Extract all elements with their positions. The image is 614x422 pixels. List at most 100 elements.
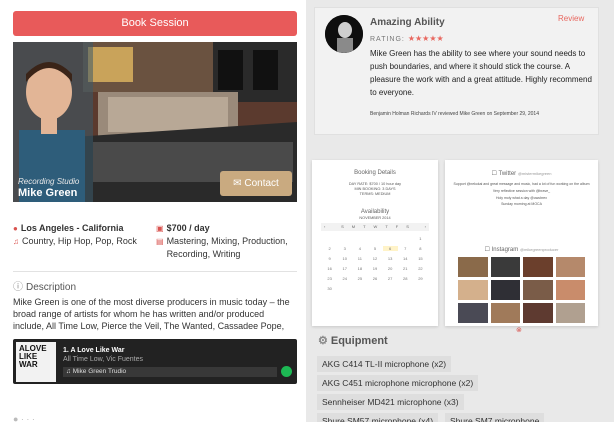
calendar-day[interactable]: 10 [337, 256, 352, 261]
calendar-day[interactable]: 14 [398, 256, 413, 261]
tweet[interactable]: Support @nekokai and great message and m… [445, 182, 598, 187]
calendar-day[interactable]: 5 [367, 246, 382, 251]
price-text: $700 / day [166, 223, 210, 233]
calendar-day[interactable]: 19 [367, 266, 382, 271]
instagram-photo[interactable] [555, 257, 585, 277]
track-artist: All Time Low, Vic Fuentes [63, 356, 144, 363]
calendar-day[interactable]: 3 [337, 246, 352, 251]
calendar-day [413, 286, 428, 291]
review-card: Amazing Ability RATING: ★★★★★ Review Mik… [314, 7, 599, 135]
instagram-photo[interactable] [458, 303, 488, 323]
music-player[interactable]: ALOVE LIKE WAR 1. A Love Like War All Ti… [13, 339, 297, 384]
calendar-day[interactable]: 4 [352, 246, 367, 251]
weekday-label: T [385, 224, 388, 229]
instagram-photo[interactable] [523, 257, 553, 277]
booking-heading: Booking Details [354, 170, 396, 176]
playlist-name: Mike Green Trudio [72, 368, 127, 375]
profile-photo: Recording Studio Mike Green ✉ Contact [13, 42, 297, 202]
tweet[interactable]: Holy moly what a day @uwubrex [445, 196, 598, 201]
instagram-photo[interactable] [458, 257, 488, 277]
calendar-day[interactable]: 16 [322, 266, 337, 271]
gears-icon: ⚙ [318, 335, 328, 347]
instagram-photo[interactable] [555, 280, 585, 300]
calendar-day[interactable]: 22 [413, 266, 428, 271]
instagram-photo[interactable] [490, 257, 520, 277]
calendar-day[interactable]: 24 [337, 276, 352, 281]
book-session-button[interactable]: Book Session [13, 11, 297, 36]
prev-month-icon[interactable]: ‹ [324, 223, 325, 231]
equipment-tag: Shure SM7 microphone [445, 413, 545, 422]
calendar-day[interactable]: 12 [367, 256, 382, 261]
instagram-photo[interactable] [458, 280, 488, 300]
twitter-handle[interactable]: @mistermikegreen [518, 171, 552, 176]
genres-text: Country, Hip Hop, Pop, Rock [22, 236, 137, 246]
booking-terms: TERMS: MEDIUM [359, 192, 391, 196]
calendar-day[interactable]: 23 [322, 276, 337, 281]
divider [13, 271, 297, 272]
instagram-photo[interactable] [490, 280, 520, 300]
instagram-grid [458, 257, 585, 323]
calendar-day [322, 236, 337, 241]
calendar-day[interactable]: 25 [352, 276, 367, 281]
tweet[interactable]: Very reflective session with @brave_ [445, 189, 598, 194]
contact-button[interactable]: ✉ Contact [220, 171, 292, 196]
instagram-photo[interactable] [523, 280, 553, 300]
instagram-handle[interactable]: @mikegreenproducer [520, 247, 559, 252]
calendar-day [337, 286, 352, 291]
calendar-day[interactable]: 2 [322, 246, 337, 251]
equipment-tag: Shure SM57 microphone (x4) [317, 413, 439, 422]
calendar-month: NOVEMBER 2014 [359, 216, 391, 220]
calendar-day [367, 236, 382, 241]
instagram-icon: ☐ [484, 247, 490, 253]
calendar-day [383, 286, 398, 291]
instagram-photo[interactable] [490, 303, 520, 323]
profile-column: Book Session Recording Studio Mike Green… [0, 0, 306, 422]
calendar-day[interactable]: 26 [367, 276, 382, 281]
calendar-day[interactable]: 21 [398, 266, 413, 271]
weekday-label: M [351, 224, 356, 229]
calendar-day[interactable]: 6 [382, 246, 398, 251]
equipment-tag: AKG C451 microphone microphone (x2) [317, 375, 479, 391]
photo-subtitle: Recording Studio [18, 177, 80, 186]
envelope-icon: ✉ [233, 178, 242, 189]
calendar-day[interactable]: 29 [413, 276, 428, 281]
album-cover-text: ALOVE LIKE WAR [19, 344, 47, 369]
calendar-day[interactable]: 30 [322, 286, 337, 291]
weekday-label: W [373, 224, 378, 229]
next-section-heading: ● · · · [13, 414, 35, 422]
equipment-tag: AKG C414 TL-II microphone (x2) [317, 356, 452, 372]
calendar-day[interactable]: 11 [352, 256, 367, 261]
calendar-day[interactable]: 1 [413, 236, 428, 241]
calendar-day[interactable]: 13 [383, 256, 398, 261]
spotify-icon[interactable] [281, 366, 292, 377]
calendar-day[interactable]: 18 [352, 266, 367, 271]
tweet[interactable]: Sunday morning at MOCA [445, 202, 598, 207]
track-title[interactable]: 1. A Love Like War [63, 347, 124, 354]
calendar-day[interactable]: 28 [398, 276, 413, 281]
profile-name: Mike Green [18, 187, 78, 199]
next-month-icon[interactable]: › [425, 223, 426, 231]
review-footer: Benjamin Holman Richards IV reviewed Mik… [370, 111, 539, 117]
review-button[interactable]: Review [558, 14, 584, 23]
calendar-day[interactable]: 20 [383, 266, 398, 271]
instagram-photo[interactable] [523, 303, 553, 323]
calendar-day [352, 286, 367, 291]
calendar-day[interactable]: 9 [322, 256, 337, 261]
calendar-day [398, 236, 413, 241]
playlist-bar[interactable]: ♫ Mike Green Trudio [63, 367, 277, 377]
map-pin-icon: ● [13, 224, 18, 233]
instagram-photo[interactable] [555, 303, 585, 323]
calendar-day[interactable]: 7 [398, 246, 413, 251]
calendar-day[interactable]: 8 [413, 246, 428, 251]
rating-label: RATING: [370, 36, 405, 43]
music-note-icon: ♫ [13, 237, 19, 246]
calendar-day[interactable]: 15 [413, 256, 428, 261]
calendar-day[interactable]: 27 [383, 276, 398, 281]
equipment-heading-text: Equipment [330, 335, 388, 347]
close-icon[interactable]: ⊗ [516, 326, 522, 334]
social-card: ☐ Twitter @mistermikegreen Support @neko… [445, 160, 598, 326]
description-heading-text: Description [26, 282, 77, 293]
contact-label: Contact [244, 178, 279, 189]
calendar-day[interactable]: 17 [337, 266, 352, 271]
booking-details-card: Booking Details DAY RATE: $700 / 10 hour… [312, 160, 438, 326]
